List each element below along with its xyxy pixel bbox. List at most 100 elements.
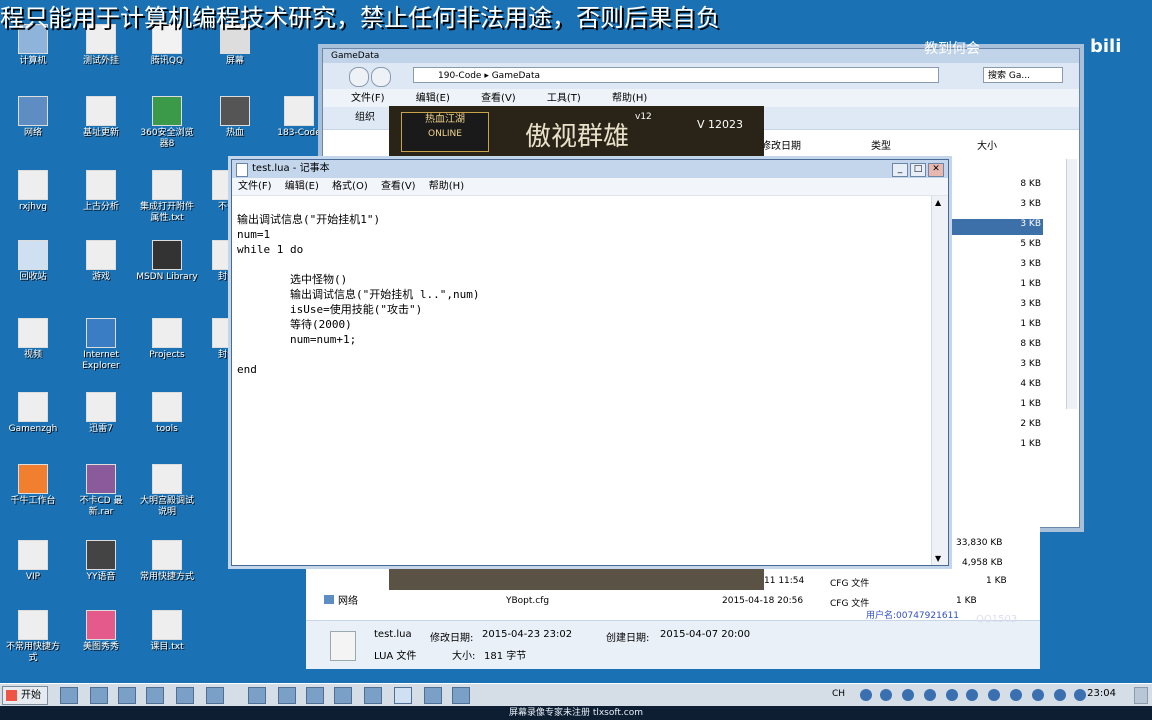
desktop-icon-msdn[interactable]: MSDN Library	[136, 240, 198, 283]
taskbar-app-icon[interactable]	[278, 687, 296, 704]
show-desktop-button[interactable]	[1134, 687, 1148, 704]
desktop-icon-txt[interactable]: 集成打开附件属性.txt	[136, 170, 198, 224]
desktop-icon-course[interactable]: 课目.txt	[136, 610, 198, 653]
desktop-icon-analysis[interactable]: 上古分析	[70, 170, 132, 213]
watermark-site-tag: 教到何会	[924, 41, 980, 57]
menu-help[interactable]: 帮助(H)	[612, 93, 647, 104]
file-icon	[18, 170, 48, 200]
menu-view[interactable]: 查看(V)	[481, 93, 516, 104]
taskbar-app-icon[interactable]	[146, 687, 164, 704]
address-bar[interactable]: 190-Code ▸ GameData	[413, 67, 939, 83]
menu-edit[interactable]: 编辑(E)	[285, 181, 319, 192]
desktop-icon-xunlei[interactable]: 迅雷7	[70, 392, 132, 435]
desktop-icon-yy[interactable]: YY语音	[70, 540, 132, 583]
chevron-up-icon[interactable]: ▲	[935, 198, 941, 207]
desktop-icon-network[interactable]: 网络	[2, 96, 64, 139]
menu-help[interactable]: 帮助(H)	[429, 181, 464, 192]
file-size-cell: 3 KB	[1020, 359, 1041, 369]
notepad-editor[interactable]: 输出调试信息("开始挂机1") num=1 while 1 do 选中怪物() …	[232, 196, 932, 565]
qianniu-icon	[18, 464, 48, 494]
menu-tools[interactable]: 工具(T)	[547, 93, 581, 104]
tray-icon[interactable]	[902, 689, 914, 701]
back-button[interactable]	[349, 67, 369, 87]
menu-edit[interactable]: 编辑(E)	[416, 93, 450, 104]
taskbar-app-icon[interactable]	[206, 687, 224, 704]
desktop-icon-tools[interactable]: tools	[136, 392, 198, 435]
tray-icon[interactable]	[988, 689, 1000, 701]
tray-icon[interactable]	[1054, 689, 1066, 701]
taskbar-app-icon[interactable]	[334, 687, 352, 704]
start-button[interactable]: 开始	[2, 686, 48, 705]
tray-icon[interactable]	[1032, 689, 1044, 701]
taskbar-app-icon[interactable]	[306, 687, 324, 704]
chevron-down-icon[interactable]: ▼	[935, 554, 941, 563]
desktop-icon-360[interactable]: 360安全浏览器8	[136, 96, 198, 150]
column-type[interactable]: 类型	[871, 137, 891, 152]
tray-icon[interactable]	[946, 689, 958, 701]
tray-icon[interactable]	[1010, 689, 1022, 701]
taskbar-app-icon[interactable]	[90, 687, 108, 704]
taskbar-notepad-icon[interactable]	[394, 687, 412, 704]
language-indicator[interactable]: CH	[832, 689, 845, 699]
taskbar-app-icon[interactable]	[452, 687, 470, 704]
notepad-titlebar[interactable]: test.lua - 记事本 _ □ ✕	[232, 160, 948, 178]
maximize-button[interactable]: □	[910, 163, 926, 177]
clock[interactable]: 23:04	[1087, 688, 1116, 699]
minimize-button[interactable]: _	[892, 163, 908, 177]
explorer-scrollbar[interactable]	[1066, 159, 1077, 409]
desktop-icon-daming[interactable]: 大明宫殿调试说明	[136, 464, 198, 518]
desktop-icon-183code[interactable]: 183-Code	[268, 96, 330, 139]
desktop-icon-vip[interactable]: VIP	[2, 540, 64, 583]
menu-format[interactable]: 格式(O)	[332, 181, 368, 192]
desktop-icon-qianniu[interactable]: 千牛工作台	[2, 464, 64, 507]
tray-icon[interactable]	[860, 689, 872, 701]
notepad-window[interactable]: test.lua - 记事本 _ □ ✕ 文件(F) 编辑(E) 格式(O) 查…	[231, 159, 949, 566]
desktop-icon-base-update[interactable]: 基址更新	[70, 96, 132, 139]
tray-icon[interactable]	[924, 689, 936, 701]
taskbar-app-icon[interactable]	[118, 687, 136, 704]
desktop-icon-rar[interactable]: 不卡CD 最新.rar	[70, 464, 132, 518]
desktop-icon-projects[interactable]: Projects	[136, 318, 198, 361]
menu-file[interactable]: 文件(F)	[351, 93, 385, 104]
search-input[interactable]: 搜索 Ga...	[983, 67, 1063, 83]
column-modified[interactable]: 修改日期	[761, 137, 801, 152]
tray-icon[interactable]	[880, 689, 892, 701]
taskbar-app-icon[interactable]	[176, 687, 194, 704]
watermark-username: 用户名:00747921611	[866, 611, 960, 621]
file-size-cell: 4 KB	[1020, 379, 1041, 389]
taskbar-app-icon[interactable]	[248, 687, 266, 704]
lua-file-icon	[330, 631, 356, 661]
details-filetype: LUA 文件	[374, 651, 417, 662]
desktop-icon-hot[interactable]: 热血	[204, 96, 266, 139]
forward-button[interactable]	[371, 67, 391, 87]
desktop-icon-video[interactable]: 视频	[2, 318, 64, 361]
tray-icon[interactable]	[1074, 689, 1086, 701]
close-button[interactable]: ✕	[928, 163, 944, 177]
file-type: CFG 文件	[830, 599, 870, 609]
game-version-tag: v12	[635, 112, 652, 122]
volume-icon[interactable]	[966, 689, 978, 701]
desktop-icon-meitu[interactable]: 美图秀秀	[70, 610, 132, 653]
taskbar-app-icon[interactable]	[364, 687, 382, 704]
windows-logo-icon	[6, 690, 17, 701]
desktop-icon-game[interactable]: 游戏	[70, 240, 132, 283]
column-size[interactable]: 大小	[977, 137, 997, 152]
desktop-icon-rare-shortcuts[interactable]: 不常用快捷方式	[2, 610, 64, 664]
desktop-icon-rxjhvg[interactable]: rxjhvg	[2, 170, 64, 213]
taskbar-app-icon[interactable]	[60, 687, 78, 704]
desktop-icon-gamenzgh[interactable]: Gamenzgh	[2, 392, 64, 435]
desktop-icon-recycle-bin[interactable]: 回收站	[2, 240, 64, 283]
nav-network-item[interactable]: 网络	[324, 592, 358, 607]
desktop-icon-shortcuts[interactable]: 常用快捷方式	[136, 540, 198, 583]
notepad-icon	[236, 163, 248, 177]
menu-view[interactable]: 查看(V)	[381, 181, 416, 192]
file-size-cell: 2 KB	[1020, 419, 1041, 429]
menu-file[interactable]: 文件(F)	[238, 181, 272, 192]
taskbar-app-icon[interactable]	[424, 687, 442, 704]
notepad-scrollbar[interactable]: ▲ ▼	[931, 196, 948, 565]
desktop-icon-ie[interactable]: Internet Explorer	[70, 318, 132, 372]
file-size-cell: 3 KB	[1020, 199, 1041, 209]
file-size: 33,830 KB	[956, 538, 1003, 548]
organize-button[interactable]: 组织	[355, 112, 375, 123]
file-name[interactable]: YBopt.cfg	[506, 596, 549, 606]
